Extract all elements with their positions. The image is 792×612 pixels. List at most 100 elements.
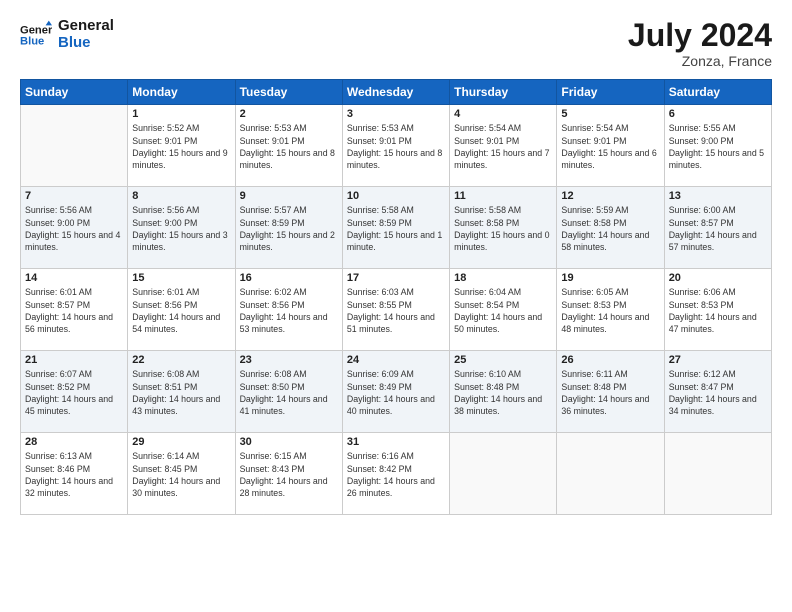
day-number: 16 xyxy=(240,272,338,284)
day-number: 8 xyxy=(132,190,230,202)
day-info: Sunrise: 6:08 AM Sunset: 8:51 PM Dayligh… xyxy=(132,368,230,417)
logo: General Blue General Blue xyxy=(20,18,114,51)
title-block: July 2024 Zonza, France xyxy=(628,18,772,69)
day-number: 2 xyxy=(240,108,338,120)
calendar-week-5: 28 Sunrise: 6:13 AM Sunset: 8:46 PM Dayl… xyxy=(21,433,772,515)
calendar-cell: 28 Sunrise: 6:13 AM Sunset: 8:46 PM Dayl… xyxy=(21,433,128,515)
day-number: 13 xyxy=(669,190,767,202)
calendar-cell: 8 Sunrise: 5:56 AM Sunset: 9:00 PM Dayli… xyxy=(128,187,235,269)
day-number: 26 xyxy=(561,354,659,366)
day-info: Sunrise: 5:58 AM Sunset: 8:58 PM Dayligh… xyxy=(454,204,552,253)
weekday-header-thursday: Thursday xyxy=(450,80,557,105)
day-info: Sunrise: 6:01 AM Sunset: 8:56 PM Dayligh… xyxy=(132,286,230,335)
day-number: 15 xyxy=(132,272,230,284)
calendar-cell: 3 Sunrise: 5:53 AM Sunset: 9:01 PM Dayli… xyxy=(342,105,449,187)
day-number: 29 xyxy=(132,436,230,448)
svg-text:Blue: Blue xyxy=(20,35,44,47)
day-info: Sunrise: 6:04 AM Sunset: 8:54 PM Dayligh… xyxy=(454,286,552,335)
calendar-header-row: SundayMondayTuesdayWednesdayThursdayFrid… xyxy=(21,80,772,105)
weekday-header-tuesday: Tuesday xyxy=(235,80,342,105)
day-info: Sunrise: 6:05 AM Sunset: 8:53 PM Dayligh… xyxy=(561,286,659,335)
day-number: 10 xyxy=(347,190,445,202)
calendar-cell xyxy=(557,433,664,515)
svg-text:General: General xyxy=(20,24,52,36)
weekday-header-wednesday: Wednesday xyxy=(342,80,449,105)
day-info: Sunrise: 5:59 AM Sunset: 8:58 PM Dayligh… xyxy=(561,204,659,253)
calendar-week-1: 1 Sunrise: 5:52 AM Sunset: 9:01 PM Dayli… xyxy=(21,105,772,187)
calendar-cell: 9 Sunrise: 5:57 AM Sunset: 8:59 PM Dayli… xyxy=(235,187,342,269)
day-info: Sunrise: 6:03 AM Sunset: 8:55 PM Dayligh… xyxy=(347,286,445,335)
calendar-cell: 11 Sunrise: 5:58 AM Sunset: 8:58 PM Dayl… xyxy=(450,187,557,269)
logo-blue: Blue xyxy=(58,35,114,52)
day-info: Sunrise: 6:02 AM Sunset: 8:56 PM Dayligh… xyxy=(240,286,338,335)
calendar-week-4: 21 Sunrise: 6:07 AM Sunset: 8:52 PM Dayl… xyxy=(21,351,772,433)
calendar-cell: 29 Sunrise: 6:14 AM Sunset: 8:45 PM Dayl… xyxy=(128,433,235,515)
day-number: 19 xyxy=(561,272,659,284)
calendar-cell: 6 Sunrise: 5:55 AM Sunset: 9:00 PM Dayli… xyxy=(664,105,771,187)
day-info: Sunrise: 5:54 AM Sunset: 9:01 PM Dayligh… xyxy=(454,122,552,171)
day-info: Sunrise: 5:58 AM Sunset: 8:59 PM Dayligh… xyxy=(347,204,445,253)
calendar-cell: 1 Sunrise: 5:52 AM Sunset: 9:01 PM Dayli… xyxy=(128,105,235,187)
calendar-cell: 20 Sunrise: 6:06 AM Sunset: 8:53 PM Dayl… xyxy=(664,269,771,351)
day-number: 31 xyxy=(347,436,445,448)
day-info: Sunrise: 6:00 AM Sunset: 8:57 PM Dayligh… xyxy=(669,204,767,253)
day-number: 18 xyxy=(454,272,552,284)
logo-general: General xyxy=(58,18,114,35)
day-number: 30 xyxy=(240,436,338,448)
calendar-cell: 24 Sunrise: 6:09 AM Sunset: 8:49 PM Dayl… xyxy=(342,351,449,433)
day-info: Sunrise: 5:54 AM Sunset: 9:01 PM Dayligh… xyxy=(561,122,659,171)
day-number: 17 xyxy=(347,272,445,284)
calendar-cell: 23 Sunrise: 6:08 AM Sunset: 8:50 PM Dayl… xyxy=(235,351,342,433)
day-number: 7 xyxy=(25,190,123,202)
day-number: 14 xyxy=(25,272,123,284)
header: General Blue General Blue July 2024 Zonz… xyxy=(20,18,772,69)
day-number: 1 xyxy=(132,108,230,120)
calendar-cell xyxy=(450,433,557,515)
calendar-week-2: 7 Sunrise: 5:56 AM Sunset: 9:00 PM Dayli… xyxy=(21,187,772,269)
calendar-cell: 25 Sunrise: 6:10 AM Sunset: 8:48 PM Dayl… xyxy=(450,351,557,433)
calendar-cell: 2 Sunrise: 5:53 AM Sunset: 9:01 PM Dayli… xyxy=(235,105,342,187)
calendar-cell: 31 Sunrise: 6:16 AM Sunset: 8:42 PM Dayl… xyxy=(342,433,449,515)
location: Zonza, France xyxy=(628,53,772,69)
calendar-cell: 27 Sunrise: 6:12 AM Sunset: 8:47 PM Dayl… xyxy=(664,351,771,433)
calendar-cell: 26 Sunrise: 6:11 AM Sunset: 8:48 PM Dayl… xyxy=(557,351,664,433)
day-info: Sunrise: 5:55 AM Sunset: 9:00 PM Dayligh… xyxy=(669,122,767,171)
calendar-cell: 15 Sunrise: 6:01 AM Sunset: 8:56 PM Dayl… xyxy=(128,269,235,351)
calendar-cell xyxy=(664,433,771,515)
calendar-cell: 5 Sunrise: 5:54 AM Sunset: 9:01 PM Dayli… xyxy=(557,105,664,187)
day-info: Sunrise: 6:13 AM Sunset: 8:46 PM Dayligh… xyxy=(25,450,123,499)
day-number: 6 xyxy=(669,108,767,120)
day-info: Sunrise: 6:15 AM Sunset: 8:43 PM Dayligh… xyxy=(240,450,338,499)
day-info: Sunrise: 6:11 AM Sunset: 8:48 PM Dayligh… xyxy=(561,368,659,417)
calendar-cell: 13 Sunrise: 6:00 AM Sunset: 8:57 PM Dayl… xyxy=(664,187,771,269)
day-number: 22 xyxy=(132,354,230,366)
calendar-week-3: 14 Sunrise: 6:01 AM Sunset: 8:57 PM Dayl… xyxy=(21,269,772,351)
day-number: 11 xyxy=(454,190,552,202)
day-info: Sunrise: 6:06 AM Sunset: 8:53 PM Dayligh… xyxy=(669,286,767,335)
day-info: Sunrise: 6:09 AM Sunset: 8:49 PM Dayligh… xyxy=(347,368,445,417)
day-info: Sunrise: 5:57 AM Sunset: 8:59 PM Dayligh… xyxy=(240,204,338,253)
day-number: 27 xyxy=(669,354,767,366)
calendar-cell xyxy=(21,105,128,187)
calendar-cell: 7 Sunrise: 5:56 AM Sunset: 9:00 PM Dayli… xyxy=(21,187,128,269)
calendar-cell: 12 Sunrise: 5:59 AM Sunset: 8:58 PM Dayl… xyxy=(557,187,664,269)
calendar: SundayMondayTuesdayWednesdayThursdayFrid… xyxy=(20,79,772,515)
month-year: July 2024 xyxy=(628,18,772,53)
day-number: 28 xyxy=(25,436,123,448)
day-info: Sunrise: 6:01 AM Sunset: 8:57 PM Dayligh… xyxy=(25,286,123,335)
calendar-cell: 10 Sunrise: 5:58 AM Sunset: 8:59 PM Dayl… xyxy=(342,187,449,269)
calendar-cell: 21 Sunrise: 6:07 AM Sunset: 8:52 PM Dayl… xyxy=(21,351,128,433)
day-info: Sunrise: 5:53 AM Sunset: 9:01 PM Dayligh… xyxy=(240,122,338,171)
day-number: 20 xyxy=(669,272,767,284)
day-info: Sunrise: 5:53 AM Sunset: 9:01 PM Dayligh… xyxy=(347,122,445,171)
day-number: 9 xyxy=(240,190,338,202)
weekday-header-sunday: Sunday xyxy=(21,80,128,105)
day-info: Sunrise: 6:12 AM Sunset: 8:47 PM Dayligh… xyxy=(669,368,767,417)
calendar-cell: 16 Sunrise: 6:02 AM Sunset: 8:56 PM Dayl… xyxy=(235,269,342,351)
day-number: 3 xyxy=(347,108,445,120)
weekday-header-saturday: Saturday xyxy=(664,80,771,105)
weekday-header-monday: Monday xyxy=(128,80,235,105)
calendar-cell: 22 Sunrise: 6:08 AM Sunset: 8:51 PM Dayl… xyxy=(128,351,235,433)
calendar-cell: 4 Sunrise: 5:54 AM Sunset: 9:01 PM Dayli… xyxy=(450,105,557,187)
day-info: Sunrise: 5:52 AM Sunset: 9:01 PM Dayligh… xyxy=(132,122,230,171)
